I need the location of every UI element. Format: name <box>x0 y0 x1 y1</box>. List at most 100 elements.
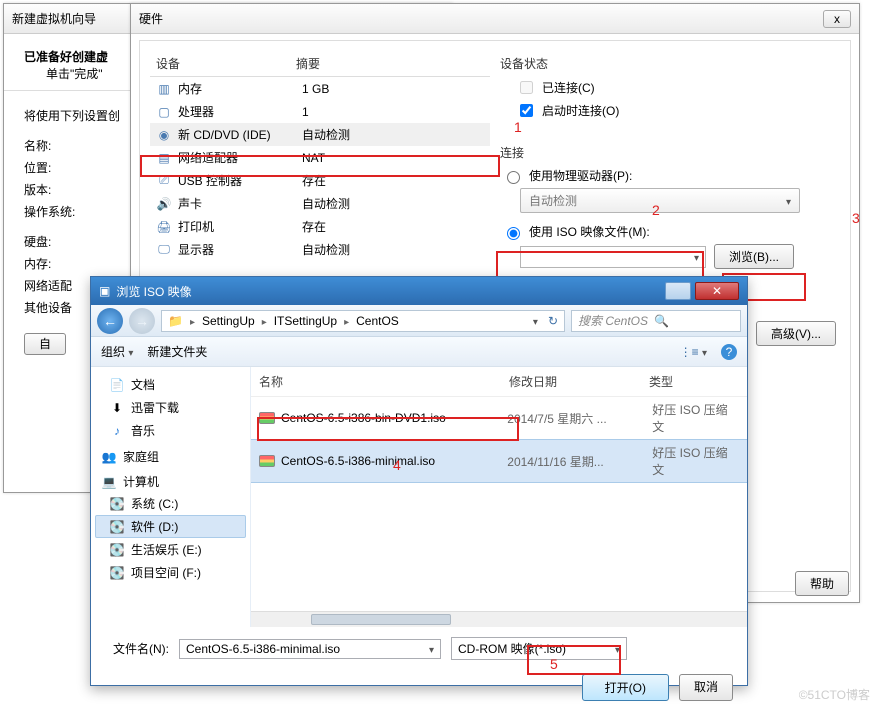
breadcrumb[interactable]: 📁 SettingUp ITSettingUp CentOS ↻ <box>161 310 565 332</box>
view-options-icon[interactable]: ⋮≡ <box>680 345 707 359</box>
device-summary: 存在 <box>302 172 326 189</box>
drive-icon: 💽 <box>109 566 125 580</box>
connected-checkbox[interactable]: 已连接(C) <box>516 78 840 97</box>
phys-radio-input[interactable] <box>507 171 520 184</box>
help-icon[interactable]: ? <box>721 344 737 360</box>
wizard-heading: 已准备好创建虚 <box>24 50 108 64</box>
device-name: 内存 <box>178 80 296 97</box>
sidebar-item-music[interactable]: ♪音乐 <box>95 419 246 442</box>
filter-select[interactable]: CD-ROM 映像(*.iso) <box>451 637 627 660</box>
close-button[interactable]: x <box>823 10 851 28</box>
prn-icon: 🖨 <box>156 219 172 235</box>
crumb-1[interactable]: ITSettingUp <box>274 314 337 328</box>
filename-input[interactable]: CentOS-6.5-i386-minimal.iso <box>179 639 441 659</box>
close-icon[interactable]: ✕ <box>695 282 739 300</box>
h-scrollbar[interactable] <box>251 611 747 627</box>
nav-forward-button: → <box>129 308 155 334</box>
annotation-5: 5 <box>550 656 558 672</box>
physical-drive-select[interactable]: 自动检测 <box>520 188 800 213</box>
col-date[interactable]: 修改日期 <box>509 373 649 390</box>
filename-value: CentOS-6.5-i386-minimal.iso <box>186 642 340 656</box>
poweron-input[interactable] <box>520 104 533 117</box>
sidebar-item-edrive[interactable]: 💽生活娱乐 (E:) <box>95 538 246 561</box>
annotation-1: 1 <box>514 119 522 135</box>
file-header[interactable]: 名称 修改日期 类型 <box>251 367 747 397</box>
sidebar-item-fdrive[interactable]: 💽项目空间 (F:) <box>95 561 246 584</box>
browse-button[interactable]: 浏览(B)... <box>714 244 794 269</box>
device-name: 处理器 <box>178 103 296 120</box>
search-input[interactable]: 搜索 CentOS 🔍 <box>571 310 741 332</box>
sidebar: 📄文档 ⬇迅雷下载 ♪音乐 👥家庭组 💻计算机 💽系统 (C:) 💽软件 (D:… <box>91 367 251 627</box>
connect-at-poweron-checkbox[interactable]: 启动时连接(O) <box>516 101 840 120</box>
device-row-usb[interactable]: ⎚USB 控制器存在 <box>150 169 490 192</box>
file-type: 好压 ISO 压缩文 <box>652 444 739 478</box>
refresh-icon[interactable]: ↻ <box>548 314 558 328</box>
device-summary: 1 GB <box>302 82 329 96</box>
file-row[interactable]: CentOS-6.5-i386-minimal.iso2014/11/16 星期… <box>251 439 747 483</box>
browse-titlebar[interactable]: ▣ 浏览 ISO 映像 ✕ <box>91 277 747 305</box>
use-iso-radio[interactable]: 使用 ISO 映像文件(M): <box>502 223 840 240</box>
net-icon: ▤ <box>156 150 172 166</box>
sidebar-item-ddrive[interactable]: 💽软件 (D:) <box>95 515 246 538</box>
connected-input <box>520 81 533 94</box>
annotation-4: 4 <box>393 457 401 473</box>
device-row-cpu[interactable]: ▢处理器1 <box>150 100 490 123</box>
scroll-thumb[interactable] <box>311 614 451 625</box>
device-name: 新 CD/DVD (IDE) <box>178 126 296 143</box>
crumb-2[interactable]: CentOS <box>356 314 399 328</box>
device-row-dsp[interactable]: 🖵显示器自动检测 <box>150 238 490 261</box>
cancel-button[interactable]: 取消 <box>679 674 733 701</box>
col-name[interactable]: 名称 <box>259 373 509 390</box>
hw-titlebar[interactable]: 硬件 x <box>131 4 859 34</box>
device-row-snd[interactable]: 🔊声卡自动检测 <box>150 192 490 215</box>
chevron-down-icon[interactable] <box>533 314 538 328</box>
connected-label: 已连接(C) <box>542 79 595 96</box>
label-hd: 硬盘: <box>24 231 88 253</box>
organize-menu[interactable]: 组织 <box>101 343 133 360</box>
label-name: 名称: <box>24 135 88 157</box>
iso-radio-input[interactable] <box>507 227 520 240</box>
device-summary: 自动检测 <box>302 126 350 143</box>
help-button[interactable]: 帮助 <box>795 571 849 596</box>
device-row-mem[interactable]: ▥内存1 GB <box>150 77 490 100</box>
file-date: 2014/11/16 星期... <box>507 453 646 470</box>
sidebar-item-documents[interactable]: 📄文档 <box>95 373 246 396</box>
sidebar-item-xunlei[interactable]: ⬇迅雷下载 <box>95 396 246 419</box>
iso-label: 使用 ISO 映像文件(M): <box>529 223 650 240</box>
watermark: ©51CTO博客 <box>799 686 870 703</box>
sidebar-group-homegroup[interactable]: 👥家庭组 <box>95 442 246 467</box>
drive-icon: 💽 <box>109 543 125 557</box>
new-folder-button[interactable]: 新建文件夹 <box>147 343 207 360</box>
open-button[interactable]: 打开(O) <box>582 674 669 701</box>
dsp-icon: 🖵 <box>156 242 172 258</box>
device-summary: 存在 <box>302 218 326 235</box>
device-summary: 自动检测 <box>302 241 350 258</box>
cd-icon: ◉ <box>156 127 172 143</box>
cpu-icon: ▢ <box>156 104 172 120</box>
file-type: 好压 ISO 压缩文 <box>652 401 739 435</box>
drive-icon: 💽 <box>109 497 125 511</box>
help-icon[interactable] <box>665 282 691 300</box>
file-name: CentOS-6.5-i386-bin-DVD1.iso <box>281 411 446 425</box>
phys-label: 使用物理驱动器(P): <box>529 167 632 184</box>
use-physical-radio[interactable]: 使用物理驱动器(P): <box>502 167 840 184</box>
document-icon: 📄 <box>109 378 125 392</box>
browse-title: 浏览 ISO 映像 <box>116 283 661 300</box>
iso-path-input[interactable] <box>520 246 706 268</box>
connection-title: 连接 <box>500 144 840 161</box>
customize-hw-button[interactable]: 自 <box>24 333 66 355</box>
filename-label: 文件名(N): <box>105 640 169 657</box>
crumb-0[interactable]: SettingUp <box>202 314 255 328</box>
device-row-prn[interactable]: 🖨打印机存在 <box>150 215 490 238</box>
device-row-net[interactable]: ▤网络适配器NAT <box>150 146 490 169</box>
col-type[interactable]: 类型 <box>649 373 673 390</box>
sidebar-item-cdrive[interactable]: 💽系统 (C:) <box>95 492 246 515</box>
device-row-cd[interactable]: ◉ 新 CD/DVD (IDE) 自动检测 <box>150 123 490 146</box>
chevron-down-icon <box>429 642 434 656</box>
sidebar-group-computer[interactable]: 💻计算机 <box>95 467 246 492</box>
nav-back-button[interactable]: ← <box>97 308 123 334</box>
file-row[interactable]: CentOS-6.5-i386-bin-DVD1.iso2014/7/5 星期六… <box>251 397 747 439</box>
device-summary: 自动检测 <box>302 195 350 212</box>
label-os: 操作系统: <box>24 201 88 223</box>
advanced-button[interactable]: 高级(V)... <box>756 321 836 346</box>
